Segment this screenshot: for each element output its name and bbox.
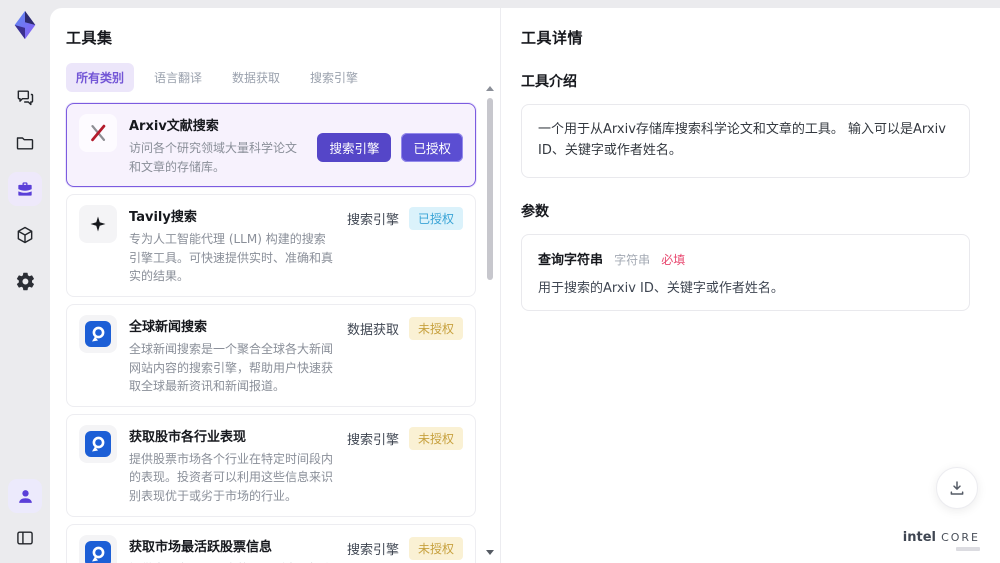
param-required-flag: 必填: [661, 252, 686, 267]
core-word: core: [941, 531, 980, 544]
intel-core-logo: intel core: [903, 528, 980, 551]
tool-cards: Arxiv文献搜索 访问各个研究领域大量科学论文和文章的存储库。 搜索引擎 已授…: [66, 103, 476, 563]
params-heading: 参数: [521, 203, 549, 220]
blue-search-icon: [79, 314, 117, 353]
tool-name: 获取股市各行业表现: [129, 429, 247, 445]
status-badge[interactable]: 未授权: [408, 426, 463, 450]
tavily-star-icon: [79, 205, 117, 244]
tool-name: Tavily搜索: [129, 210, 197, 226]
category-button[interactable]: 搜索引擎: [317, 132, 392, 162]
tool-card-arxiv[interactable]: Arxiv文献搜索 访问各个研究领域大量科学论文和文章的存储库。 搜索引擎 已授…: [66, 103, 476, 188]
scrollbar-thumb[interactable]: [487, 98, 493, 280]
blue-search-icon: [79, 424, 117, 463]
param-type: 字符串: [614, 252, 651, 267]
param-header: 查询字符串 字符串 必填: [538, 249, 953, 268]
status-badge[interactable]: 未授权: [408, 536, 463, 560]
tool-name: 全球新闻搜索: [129, 319, 208, 335]
main-surface: 工具集 所有类别 语言翻译 数据获取 搜索引擎 Arxiv文献搜索 访问各个研究…: [50, 8, 1000, 563]
tool-card-tavily[interactable]: Tavily搜索 专为人工智能代理 (LLM) 构建的搜索引擎工具。可快速提供实…: [66, 194, 476, 297]
tool-card-sector-performance[interactable]: 获取股市各行业表现 提供股票市场各个行业在特定时间段内的表现。投资者可以利用这些…: [66, 413, 476, 517]
param-item: 查询字符串 字符串 必填 用于搜索的Arxiv ID、关键字或作者姓名。: [521, 233, 970, 311]
tool-desc: 专为人工智能代理 (LLM) 构建的搜索引擎工具。可快速提供实时、准确和真实的结…: [129, 232, 334, 284]
tool-name: Arxiv文献搜索: [129, 119, 219, 134]
intro-heading: 工具介绍: [521, 74, 577, 90]
param-name: 查询字符串: [538, 252, 604, 268]
list-scrollbar[interactable]: [485, 86, 495, 555]
tool-name: 获取市场最活跃股票信息: [129, 539, 273, 555]
intel-word: intel: [902, 530, 936, 545]
tool-card-global-news[interactable]: 全球新闻搜索 全球新闻搜索是一个聚合全球各大新闻网站内容的搜索引擎，帮助用户快速…: [66, 303, 476, 407]
scroll-down-icon[interactable]: [486, 550, 494, 555]
intel-sub-mark: [956, 547, 980, 551]
download-button[interactable]: [936, 467, 978, 509]
intro-box: 一个用于从Arxiv存储库搜索科学论文和文章的工具。 输入可以是Arxiv ID…: [521, 104, 970, 178]
param-desc: 用于搜索的Arxiv ID、关键字或作者姓名。: [538, 280, 784, 296]
category-label: 搜索引擎: [346, 213, 399, 229]
nav-packages[interactable]: [8, 218, 42, 252]
tool-desc: 提供股票市场各个行业在特定时间段内的表现。投资者可以利用这些信息来识别表现优于或…: [129, 451, 334, 503]
category-label: 搜索引擎: [346, 432, 399, 448]
status-badge[interactable]: 已授权: [408, 207, 463, 231]
app-logo: [8, 8, 42, 42]
category-label: 数据获取: [346, 322, 399, 338]
tool-detail-pane: 工具详情 工具介绍 一个用于从Arxiv存储库搜索科学论文和文章的工具。 输入可…: [500, 8, 1000, 563]
nav-panel-toggle[interactable]: [8, 521, 42, 555]
category-label: 搜索引擎: [346, 542, 399, 558]
nav-account[interactable]: [8, 479, 42, 513]
tool-card-active-stocks[interactable]: 获取市场最活跃股票信息 提供当天交易量最高的股票列表。投资者可以利用这些信息来识…: [66, 523, 476, 563]
tab-language-translation[interactable]: 语言翻译: [144, 63, 212, 92]
tab-data-fetching[interactable]: 数据获取: [222, 63, 290, 92]
category-tabs: 所有类别 语言翻译 数据获取 搜索引擎: [66, 63, 476, 92]
download-icon: [950, 481, 964, 495]
scroll-up-icon[interactable]: [486, 86, 494, 91]
arxiv-logo-icon: [79, 114, 117, 152]
nav-tools[interactable]: [8, 172, 42, 206]
nav-chat[interactable]: [8, 80, 42, 114]
tab-search-engine[interactable]: 搜索引擎: [300, 63, 368, 92]
tool-desc: 访问各个研究领域大量科学论文和文章的存储库。: [129, 141, 298, 174]
nav-files[interactable]: [8, 126, 42, 160]
status-authorized-button[interactable]: 已授权: [401, 132, 463, 162]
tool-desc: 全球新闻搜索是一个聚合全球各大新闻网站内容的搜索引擎，帮助用户快速获取全球最新资…: [129, 341, 334, 394]
status-badge[interactable]: 未授权: [408, 316, 463, 340]
tab-all-categories[interactable]: 所有类别: [66, 63, 135, 92]
left-rail: [0, 0, 50, 563]
tool-list-pane: 工具集 所有类别 语言翻译 数据获取 搜索引擎 Arxiv文献搜索 访问各个研究…: [50, 8, 500, 563]
detail-title: 工具详情: [521, 29, 584, 47]
page-title: 工具集: [66, 29, 113, 47]
blue-search-icon: [79, 534, 117, 563]
tool-desc: 提供当天交易量最高的股票列表。投资者可以利用这些信息来识别流动性强的股票和潜在的…: [129, 560, 335, 563]
nav-settings[interactable]: [8, 264, 42, 298]
